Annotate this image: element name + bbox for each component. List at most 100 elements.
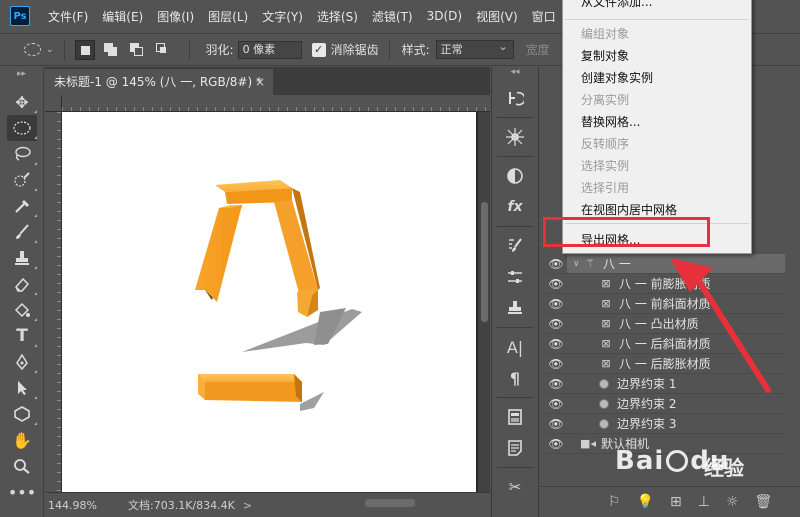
style-select[interactable]: 正常: [435, 38, 514, 59]
menu-item-reverse-order: 反转顺序: [581, 137, 630, 151]
hand-tool-icon[interactable]: ✋: [7, 427, 37, 453]
menu-file[interactable]: 文件(F): [48, 8, 88, 25]
brush-tool-icon[interactable]: [7, 219, 37, 245]
highlight-box: [543, 217, 710, 247]
chevron-down-icon[interactable]: ∨: [573, 259, 583, 269]
libraries-panel-icon[interactable]: [499, 403, 531, 431]
scene-row-constraint[interactable]: 👁 边界约束 3: [545, 414, 785, 434]
menu-item-add-from-file[interactable]: 从文件添加...: [581, 0, 652, 10]
more-tools-icon[interactable]: •••: [7, 479, 37, 505]
move-tool-icon[interactable]: ✥: [7, 89, 37, 115]
menu-item-create-instance[interactable]: 创建对象实例: [581, 69, 653, 86]
panel-icon-column: ◂◂ fx A| ¶ ✂: [491, 67, 539, 517]
vertical-scrollbar-thumb[interactable]: [481, 202, 488, 322]
scene-row-material[interactable]: 👁 ⊠ 八 一 前膨胀材质: [545, 274, 785, 294]
eye-icon[interactable]: 👁: [545, 357, 567, 371]
scene-row-label: 八 一 后膨胀材质: [619, 357, 711, 371]
trash-icon[interactable]: 🗑: [755, 494, 773, 510]
elliptical-marquee-tool-icon[interactable]: [7, 115, 37, 141]
document-tab[interactable]: 未标题-1 @ 145% (八 一, RGB/8#) * ×: [45, 69, 273, 95]
panel-grip[interactable]: ▸▸: [0, 67, 43, 89]
antialias-checkbox[interactable]: ✓: [311, 42, 326, 57]
eye-icon[interactable]: 👁: [545, 377, 567, 391]
feather-input[interactable]: 0 像素: [237, 40, 302, 59]
subtract-from-selection-button[interactable]: [127, 40, 147, 60]
light-icon[interactable]: ⚐: [608, 494, 621, 510]
status-menu-arrow[interactable]: >: [243, 499, 252, 512]
menu-filter[interactable]: 滤镜(T): [372, 8, 413, 25]
material-icon: ⊠: [601, 277, 611, 290]
zoom-level[interactable]: 144.98%: [48, 499, 118, 512]
add-to-selection-button[interactable]: [101, 40, 121, 60]
scene-row-constraint[interactable]: 👁 边界约束 1: [545, 374, 785, 394]
horizontal-scrollbar-thumb[interactable]: [365, 499, 415, 507]
eyedropper-tool-icon[interactable]: [7, 193, 37, 219]
menu-type[interactable]: 文字(Y): [262, 8, 303, 25]
horizontal-ruler[interactable]: [62, 95, 490, 112]
antialias-label: 消除锯齿: [330, 43, 379, 57]
constraint-add-icon[interactable]: ⊥: [698, 494, 710, 510]
zoom-tool-icon[interactable]: [7, 453, 37, 479]
intersect-selection-button[interactable]: [153, 40, 173, 60]
menu-3d[interactable]: 3D(D): [427, 9, 462, 23]
shape-tool-icon[interactable]: [7, 401, 37, 427]
3d-scene-list: 👁 ∨ ⚚ 八 一 👁 ⊠ 八 一 前膨胀材质 👁 ⊠ 八 一 前斜面材质 👁 …: [545, 254, 785, 454]
eye-icon[interactable]: 👁: [545, 337, 567, 351]
menu-window[interactable]: 窗口: [532, 8, 556, 25]
character-panel-icon[interactable]: A|: [499, 333, 531, 361]
elliptical-marquee-preset-icon[interactable]: [24, 43, 41, 56]
scene-row-material[interactable]: 👁 ⊠ 八 一 后斜面材质: [545, 334, 785, 354]
history-panel-icon[interactable]: [499, 84, 531, 112]
brush-settings-panel-icon[interactable]: [499, 232, 531, 260]
path-selection-tool-icon[interactable]: [7, 375, 37, 401]
pen-tool-icon[interactable]: [7, 349, 37, 375]
light-add-icon[interactable]: ☼: [726, 494, 739, 510]
ruler-corner[interactable]: [45, 95, 62, 112]
eye-icon[interactable]: 👁: [545, 297, 567, 311]
material-icon: ⊠: [601, 317, 611, 330]
menu-item-replace-mesh[interactable]: 替换网格...: [581, 113, 640, 130]
quick-selection-tool-icon[interactable]: [7, 167, 37, 193]
eye-icon[interactable]: 👁: [545, 277, 567, 291]
3d-panel-icon[interactable]: [499, 123, 531, 151]
vertical-ruler[interactable]: [45, 112, 62, 492]
scene-row-mesh[interactable]: 👁 ∨ ⚚ 八 一: [545, 254, 785, 274]
eraser-tool-icon[interactable]: [7, 271, 37, 297]
bulb-icon[interactable]: 💡: [637, 494, 654, 510]
eye-icon[interactable]: 👁: [545, 417, 567, 431]
clone-source-panel-icon[interactable]: [499, 294, 531, 322]
lasso-tool-icon[interactable]: [7, 141, 37, 167]
properties-panel-icon[interactable]: [499, 263, 531, 291]
menu-select[interactable]: 选择(S): [317, 8, 358, 25]
close-icon[interactable]: ×: [255, 69, 265, 95]
new-selection-button[interactable]: [74, 39, 95, 60]
menu-image[interactable]: 图像(I): [157, 8, 194, 25]
scene-row-material[interactable]: 👁 ⊠ 八 一 前斜面材质: [545, 294, 785, 314]
vertical-scrollbar[interactable]: [478, 112, 490, 492]
canvas-area[interactable]: [62, 112, 478, 492]
paragraph-panel-icon[interactable]: ¶: [499, 364, 531, 392]
tools-preset-panel-icon[interactable]: ✂: [499, 473, 531, 501]
eye-icon[interactable]: 👁: [545, 437, 567, 451]
type-tool-icon[interactable]: T: [7, 323, 37, 349]
styles-fx-panel-icon[interactable]: fx: [499, 193, 531, 221]
scene-row-constraint[interactable]: 👁 边界约束 2: [545, 394, 785, 414]
panel-grip[interactable]: ◂◂: [492, 67, 538, 81]
adjustments-panel-icon[interactable]: [499, 162, 531, 190]
chevron-down-icon[interactable]: ⌄: [46, 45, 54, 55]
document-canvas[interactable]: [62, 112, 476, 492]
eye-icon[interactable]: 👁: [545, 317, 567, 331]
menu-item-center-mesh[interactable]: 在视图内居中网格: [581, 201, 677, 218]
eye-icon[interactable]: 👁: [545, 397, 567, 411]
menu-edit[interactable]: 编辑(E): [102, 8, 143, 25]
new-material-icon[interactable]: ⊞: [670, 494, 682, 510]
menu-view[interactable]: 视图(V): [476, 8, 518, 25]
scene-row-material[interactable]: 👁 ⊠ 八 一 凸出材质: [545, 314, 785, 334]
scene-row-material[interactable]: 👁 ⊠ 八 一 后膨胀材质: [545, 354, 785, 374]
notes-panel-icon[interactable]: [499, 434, 531, 462]
eye-icon[interactable]: 👁: [545, 257, 567, 271]
paint-bucket-tool-icon[interactable]: [7, 297, 37, 323]
menu-item-duplicate-object[interactable]: 复制对象: [581, 47, 629, 64]
clone-stamp-tool-icon[interactable]: [7, 245, 37, 271]
menu-layer[interactable]: 图层(L): [208, 8, 248, 25]
